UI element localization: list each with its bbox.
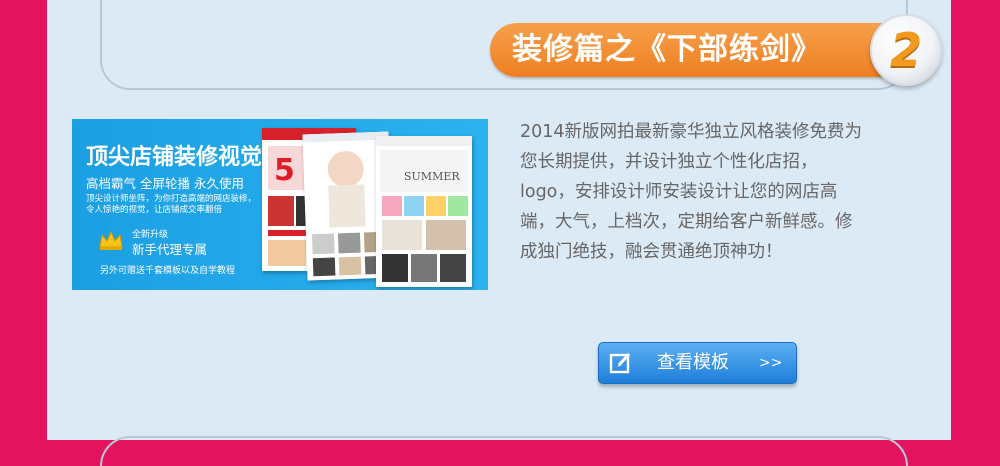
thumbnail-summer-text: SUMMER — [404, 170, 460, 183]
banner-agent-label: 新手代理专属 — [132, 242, 208, 257]
decorative-outline-bottom — [100, 436, 908, 466]
view-templates-label: 查看模板 — [657, 352, 729, 373]
banner-description-line2: 令人惊艳的视觉，让店铺成交率翻倍 — [86, 205, 223, 215]
thumbnail-big-number: 5 — [274, 153, 295, 188]
promo-banner-image: 顶尖店铺装修视觉 高档霸气 全屏轮播 永久使用 顶尖设计师坐阵，为你打造高端的网… — [72, 119, 488, 290]
banner-subtitle: 高档霸气 全屏轮播 永久使用 — [86, 176, 244, 191]
template-thumbnail-3: SUMMER — [376, 136, 472, 287]
banner-title: 顶尖店铺装修视觉 — [86, 144, 263, 170]
view-templates-button[interactable]: 查看模板 >> — [598, 342, 797, 384]
section-title-banner: 装修篇之《下部练剑》 — [490, 23, 888, 77]
edit-icon — [609, 352, 631, 374]
section-title: 装修篇之《下部练剑》 — [512, 32, 822, 67]
crown-icon — [99, 230, 123, 250]
double-arrow-icon: >> — [759, 355, 783, 371]
section-number-badge: 2 — [870, 14, 942, 86]
section-number: 2 — [889, 23, 922, 77]
banner-extra-note: 另外可赠送千套模板以及自学教程 — [100, 266, 236, 276]
section-description: 2014新版网拍最新豪华独立风格装修免费为您长期提供，并设计独立个性化店招，lo… — [520, 122, 863, 262]
